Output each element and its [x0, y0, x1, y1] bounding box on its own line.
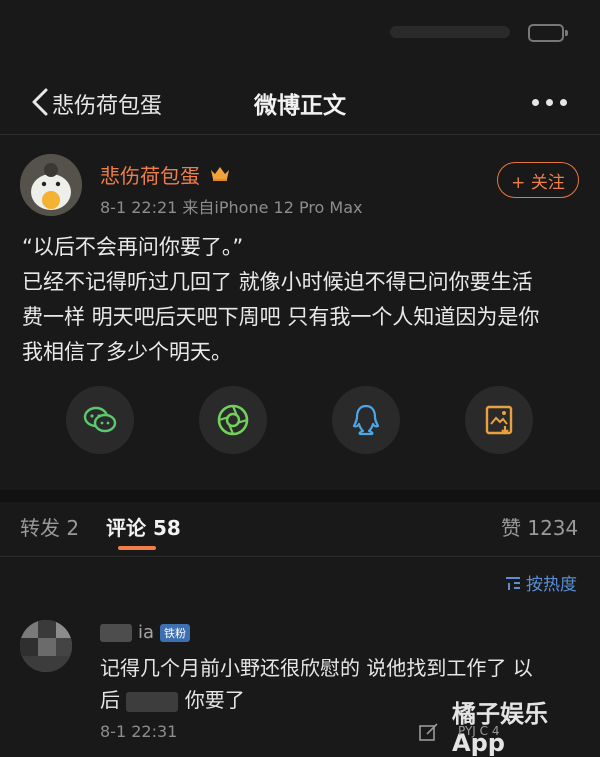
post-line: 已经不记得听过几回了 就像小时候迫不得已问你要生活 [22, 270, 533, 294]
sort-icon [506, 576, 520, 590]
commenter-avatar[interactable] [20, 620, 72, 672]
tab-likes[interactable]: 赞 1234 [501, 512, 578, 541]
status-bar-blur [390, 26, 510, 38]
blurred-name [100, 623, 132, 642]
share-save-image-button[interactable] [465, 386, 533, 454]
sort-by-hot-button[interactable]: 按热度 [504, 570, 577, 595]
comment-line: 记得几个月前小野还很欣慰的 说他找到工作了 以 [100, 656, 533, 680]
post-line: 我相信了多少个明天。 [22, 340, 232, 364]
active-tab-indicator [118, 546, 156, 550]
battery-icon [528, 24, 568, 42]
sort-label: 按热度 [526, 575, 577, 595]
page-title: 微博正文 [254, 93, 346, 119]
moments-icon [217, 404, 249, 436]
author-name[interactable]: 悲伤荷包蛋 [100, 160, 200, 189]
share-wechat-button[interactable] [66, 386, 134, 454]
qq-icon [352, 404, 380, 436]
edit-icon [419, 723, 438, 741]
nav-bar: 悲伤荷包蛋 微博正文 [0, 70, 600, 134]
comment-line-suffix: 你要了 [184, 688, 245, 712]
tab-repost[interactable]: 转发 2 [20, 512, 79, 541]
blurred-text [126, 691, 179, 712]
commenter-name[interactable]: ia 铁粉 [100, 622, 191, 643]
comment-line-prefix: 后 [100, 688, 120, 712]
fan-badge: 铁粉 [160, 623, 191, 642]
more-options-icon[interactable] [528, 98, 572, 108]
wechat-icon [83, 406, 117, 433]
nav-divider [0, 134, 600, 135]
watermark-footer: PYJ C 4 [458, 724, 500, 738]
post-line: “以后不会再问你要了。” [22, 235, 244, 259]
follow-button[interactable]: + 关注 [497, 162, 579, 198]
share-moments-button[interactable] [199, 386, 267, 454]
post-line: 费一样 明天吧后天吧下周吧 只有我一个人知道因为是你 [22, 305, 540, 329]
save-image-icon [485, 405, 513, 435]
tab-comments[interactable]: 评论 58 [106, 512, 181, 541]
comment-time: 8-1 22:31 [100, 722, 178, 741]
tabs-divider [0, 556, 600, 557]
post-meta: 8-1 22:21 来自iPhone 12 Pro Max [100, 198, 363, 217]
commenter-name-suffix: ia [138, 622, 155, 643]
author-avatar[interactable] [20, 154, 82, 216]
section-separator [0, 490, 600, 502]
crown-icon [211, 167, 229, 181]
post-body: “以后不会再问你要了。” 已经不记得听过几回了 就像小时候迫不得已问你要生活 费… [22, 230, 582, 370]
share-qq-button[interactable] [332, 386, 400, 454]
